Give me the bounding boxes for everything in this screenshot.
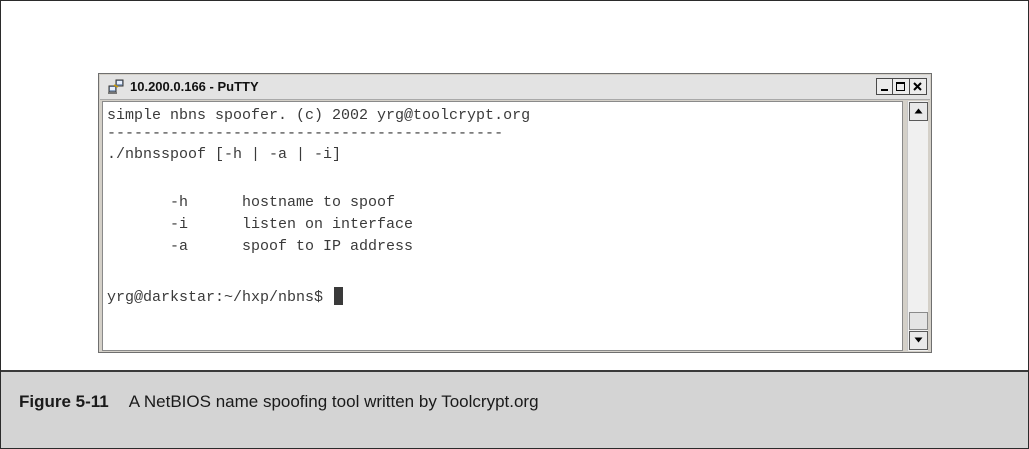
arrow-up-icon <box>914 108 923 114</box>
scroll-down-button[interactable] <box>909 331 928 350</box>
terminal-prompt: yrg@darkstar:~/hxp/nbns$ <box>107 289 333 306</box>
window-controls <box>876 78 927 96</box>
figure-caption: Figure 5-11 A NetBIOS name spoofing tool … <box>19 392 539 412</box>
vertical-scrollbar[interactable] <box>907 101 928 351</box>
figure-caption-text: A NetBIOS name spoofing tool written by … <box>128 392 539 411</box>
figure-image-area: 10.200.0.166 - PuTTY simple nbns spoofer… <box>1 1 1028 370</box>
title-bar[interactable]: 10.200.0.166 - PuTTY <box>100 75 930 100</box>
terminal-prompt-line: yrg@darkstar:~/hxp/nbns$ <box>107 287 344 307</box>
terminal-cursor <box>334 287 344 305</box>
terminal-line-option-i: -i listen on interface <box>107 216 414 233</box>
window-title: 10.200.0.166 - PuTTY <box>130 79 259 94</box>
close-icon <box>913 82 922 91</box>
putty-network-icon <box>108 79 124 95</box>
putty-window: 10.200.0.166 - PuTTY simple nbns spoofer… <box>98 73 932 353</box>
terminal-line-option-a: -a spoof to IP address <box>107 238 414 255</box>
scroll-up-button[interactable] <box>909 102 928 121</box>
terminal-line-usage: ./nbnsspoof [-h | -a | -i] <box>107 146 342 163</box>
terminal-line-option-h: -h hostname to spoof <box>107 194 396 211</box>
scroll-thumb[interactable] <box>909 312 928 330</box>
figure-frame: 10.200.0.166 - PuTTY simple nbns spoofer… <box>0 0 1029 449</box>
close-button[interactable] <box>910 78 927 95</box>
minimize-button[interactable] <box>876 78 893 95</box>
arrow-down-icon <box>914 337 923 343</box>
caption-band: Figure 5-11 A NetBIOS name spoofing tool … <box>1 372 1028 448</box>
figure-label: Figure 5-11 <box>19 392 109 411</box>
terminal-line-separator: ----------------------------------------… <box>107 125 504 142</box>
terminal-line-banner: simple nbns spoofer. (c) 2002 yrg@toolcr… <box>107 107 531 124</box>
maximize-button[interactable] <box>893 78 910 95</box>
terminal-area[interactable]: simple nbns spoofer. (c) 2002 yrg@toolcr… <box>102 101 903 351</box>
